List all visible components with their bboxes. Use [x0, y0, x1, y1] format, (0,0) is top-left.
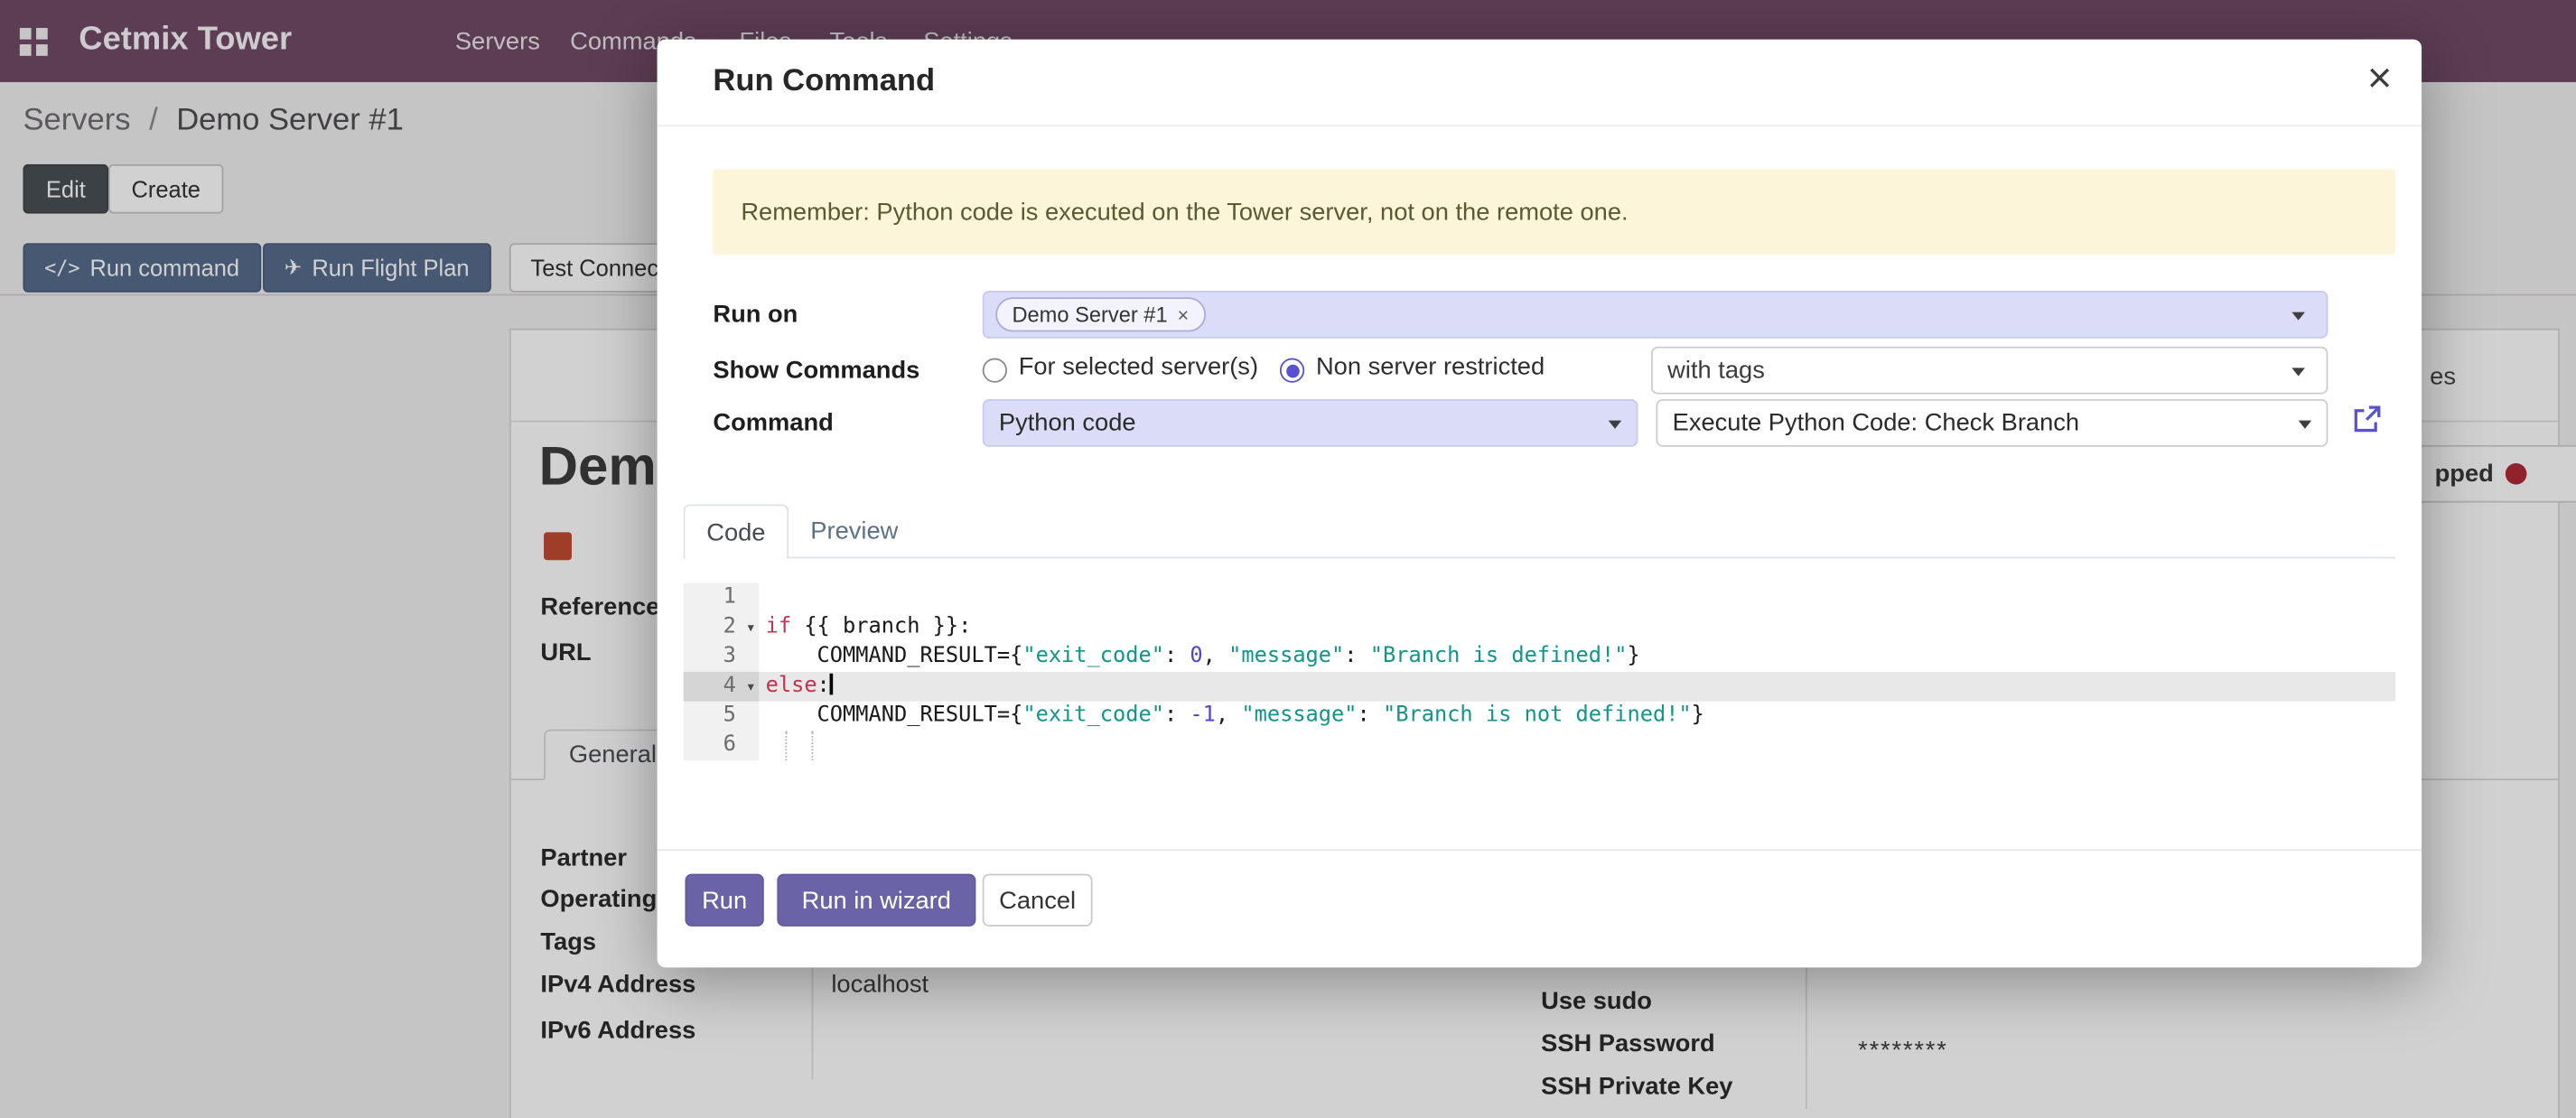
remove-tag-icon[interactable]: ×	[1178, 303, 1190, 326]
with-tags-select[interactable]: with tags	[1651, 347, 2328, 395]
indent-guide	[812, 731, 814, 760]
tab-preview[interactable]: Preview	[789, 504, 920, 558]
code-editor[interactable]: 12▾34▾56 if {{ branch }}: COMMAND_RESULT…	[684, 583, 2395, 760]
run-in-wizard-button[interactable]: Run in wizard	[777, 874, 975, 927]
radio-non-server-restricted[interactable]	[1280, 359, 1304, 383]
code-fold-icon[interactable]: ▾	[746, 674, 756, 703]
code-line[interactable]: if {{ branch }}:	[759, 612, 2395, 642]
cancel-button[interactable]: Cancel	[983, 874, 1093, 927]
command-label: Command	[713, 399, 833, 447]
tab-code[interactable]: Code	[684, 504, 789, 558]
viewport: Cetmix Tower Servers Commands Files Tool…	[0, 0, 2576, 1118]
radio-non-server-restricted-label[interactable]: Non server restricted	[1316, 353, 1545, 381]
python-warning-alert: Remember: Python code is executed on the…	[713, 169, 2395, 255]
close-icon[interactable]: ×	[2367, 52, 2393, 104]
radio-for-selected-servers-label[interactable]: For selected server(s)	[1019, 353, 1258, 381]
tabs-divider	[684, 557, 2395, 559]
radio-for-selected-servers[interactable]	[983, 359, 1007, 383]
modal-title: Run Command	[713, 64, 935, 100]
command-type-value: Python code	[999, 401, 1136, 445]
command-type-select[interactable]: Python code	[983, 399, 1638, 447]
modal-header: Run Command ×	[658, 40, 2422, 126]
code-line[interactable]	[759, 731, 2395, 760]
with-tags-placeholder: with tags	[1667, 349, 1765, 393]
run-on-select[interactable]: Demo Server #1 ×	[983, 291, 2329, 339]
gutter-line-number[interactable]: 3	[684, 642, 760, 672]
chevron-down-icon[interactable]	[1609, 421, 1622, 429]
gutter-line-number[interactable]: 1	[684, 583, 760, 613]
server-tag-label: Demo Server #1	[1012, 303, 1167, 327]
modal-footer-divider	[658, 849, 2422, 851]
run-command-modal: Run Command × Remember: Python code is e…	[658, 40, 2422, 968]
code-fold-icon[interactable]: ▾	[746, 614, 756, 644]
indent-guide	[785, 731, 787, 760]
code-line[interactable]: COMMAND_RESULT={"exit_code": -1, "messag…	[759, 702, 2395, 731]
gutter-line-number[interactable]: 6	[684, 731, 760, 760]
command-value: Execute Python Code: Check Branch	[1673, 401, 2079, 445]
show-commands-label: Show Commands	[713, 347, 919, 395]
chevron-down-icon[interactable]	[2291, 312, 2305, 321]
chevron-down-icon[interactable]	[2291, 368, 2305, 376]
chevron-down-icon[interactable]	[2299, 421, 2312, 429]
text-cursor-icon	[830, 674, 834, 695]
command-select[interactable]: Execute Python Code: Check Branch	[1656, 399, 2328, 447]
code-line[interactable]: else:	[759, 672, 2395, 702]
gutter-line-number[interactable]: 5	[684, 702, 760, 731]
external-link-icon[interactable]	[2351, 404, 2383, 435]
gutter-line-number[interactable]: 4▾	[684, 672, 760, 702]
server-tag[interactable]: Demo Server #1 ×	[995, 297, 1205, 331]
code-line[interactable]	[759, 583, 2395, 613]
run-button[interactable]: Run	[685, 874, 763, 927]
editor-code[interactable]: if {{ branch }}: COMMAND_RESULT={"exit_c…	[759, 583, 2395, 760]
editor-gutter: 12▾34▾56	[684, 583, 760, 760]
run-on-label: Run on	[713, 291, 798, 339]
gutter-line-number[interactable]: 2▾	[684, 612, 760, 642]
code-line[interactable]: COMMAND_RESULT={"exit_code": 0, "message…	[759, 642, 2395, 672]
